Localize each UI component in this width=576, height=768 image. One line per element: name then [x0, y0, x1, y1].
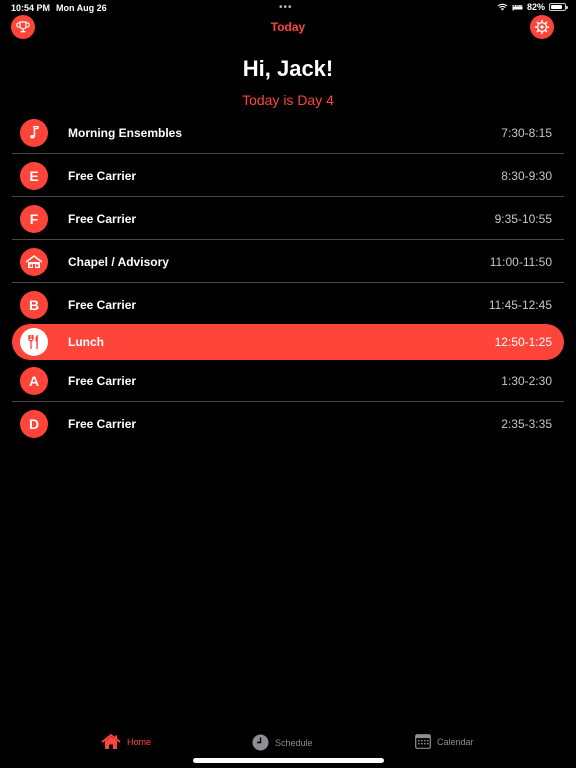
period-name: Morning Ensembles: [68, 125, 183, 140]
period-name: Free Carrier: [68, 373, 137, 388]
chapel-icon: [25, 254, 43, 268]
schedule-row-current[interactable]: Lunch 12:50-1:25: [12, 324, 564, 360]
status-indicators: 82%: [497, 2, 568, 12]
period-name: Lunch: [68, 335, 104, 349]
period-badge: A: [20, 366, 48, 395]
period-time: 11:00-11:50: [489, 254, 552, 269]
battery-icon: [549, 3, 568, 11]
period-badge: [20, 247, 48, 276]
status-time: 10:54 PM: [11, 3, 51, 13]
period-name: Free Carrier: [68, 416, 137, 431]
tab-schedule[interactable]: Schedule: [252, 734, 313, 751]
period-time: 11:45-12:45: [488, 297, 552, 312]
multitask-dots[interactable]: •••: [279, 2, 293, 13]
period-badge: [20, 328, 48, 356]
period-name: Chapel / Advisory: [68, 254, 169, 269]
schedule-row[interactable]: F Free Carrier 9:35-10:55: [12, 197, 564, 240]
wifi-icon: [497, 3, 508, 11]
greeting-heading: Hi, Jack!: [242, 56, 334, 81]
period-badge: E: [20, 161, 48, 190]
status-date: Mon Aug 26: [56, 3, 107, 13]
schedule-row[interactable]: Morning Ensembles 7:30-8:15: [12, 111, 564, 154]
period-badge: F: [20, 204, 48, 233]
period-badge: B: [20, 290, 48, 319]
schedule-row[interactable]: E Free Carrier 8:30-9:30: [12, 154, 564, 197]
schedule-row[interactable]: B Free Carrier 11:45-12:45: [12, 283, 564, 326]
period-time: 2:35-3:35: [501, 416, 552, 431]
period-time: 12:50-1:25: [494, 335, 552, 349]
tab-home[interactable]: Home: [101, 734, 151, 750]
fork-knife-icon: [28, 335, 38, 349]
period-name: Free Carrier: [68, 211, 137, 226]
period-time: 1:30-2:30: [501, 373, 552, 388]
period-badge: [20, 118, 48, 147]
period-time: 7:30-8:15: [501, 125, 552, 140]
music-note-icon: [30, 125, 39, 139]
settings-button[interactable]: [530, 15, 554, 39]
house-icon: [101, 734, 121, 749]
period-time: 9:35-10:55: [494, 211, 552, 226]
clock-icon: [252, 734, 269, 751]
period-badge: D: [20, 409, 48, 438]
period-name: Free Carrier: [68, 297, 137, 312]
battery-level: [551, 5, 562, 9]
day-label: Today is Day 4: [242, 92, 334, 108]
gear-icon: [534, 19, 550, 35]
do-not-disturb-bed-icon: [512, 4, 523, 11]
period-name: Free Carrier: [68, 168, 137, 183]
tab-bar: Home Schedule Calendar: [0, 730, 576, 756]
period-time: 8:30-9:30: [501, 168, 552, 183]
tab-label: Calendar: [437, 736, 474, 747]
schedule-row[interactable]: Chapel / Advisory 11:00-11:50: [12, 240, 564, 283]
tab-label: Schedule: [275, 737, 313, 748]
tab-calendar[interactable]: Calendar: [415, 734, 474, 749]
nav-title: Today: [270, 20, 306, 34]
status-bar: 10:54 PM Mon Aug 26 ••• 82%: [0, 0, 576, 16]
tab-label: Home: [127, 737, 152, 747]
calendar-icon: [415, 734, 431, 749]
schedule-row[interactable]: D Free Carrier 2:35-3:35: [12, 402, 564, 445]
schedule-row[interactable]: A Free Carrier 1:30-2:30: [12, 359, 564, 402]
home-indicator[interactable]: [193, 758, 384, 763]
battery-percent: 82%: [526, 2, 545, 12]
